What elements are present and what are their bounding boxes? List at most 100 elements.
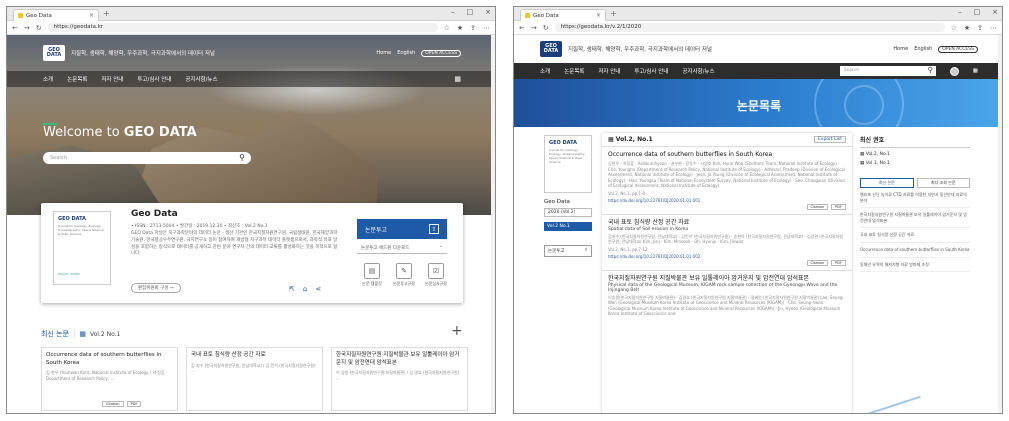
citation-button[interactable]: Citation [102, 401, 124, 407]
browser-tab[interactable]: Geo Data × [520, 9, 606, 21]
pdf-button[interactable]: PDF [126, 401, 142, 407]
article-doi[interactable]: https://dx.doi.org/10.22761/DJ2020.01.01… [608, 254, 846, 259]
list-item[interactable]: 한국지질자원연구원 지질박물관 보유 일툴레이아 암거운지 및 암전연대 암석표… [860, 208, 970, 229]
journal-cover[interactable]: GEO DATA Journal for Geology, Ecology, O… [53, 211, 111, 285]
scrollbar[interactable] [998, 35, 1002, 413]
search-icon[interactable]: ⚲ [928, 66, 933, 74]
url-field[interactable]: https://geodata.kr [47, 23, 438, 32]
editorial-board-button[interactable]: 편집위원회 구성 → [131, 283, 181, 293]
nav-news[interactable]: 공지사항/뉴스 [682, 67, 714, 75]
list-item[interactable]: 국내 표토 침식량 산정 공간 자료 김 지수 (한국지질자원연구원, 전남대학… [186, 347, 323, 411]
geodata-logo[interactable]: GEO DATA [43, 45, 65, 61]
minimize-icon[interactable]: – [958, 8, 962, 16]
maximize-icon[interactable]: □ [974, 8, 981, 16]
share-icon[interactable]: ⇪ [977, 24, 983, 32]
nav-articles[interactable]: 논문목록 [67, 75, 87, 83]
nav-news[interactable]: 공지사항/뉴스 [185, 75, 217, 83]
home-link[interactable]: Home [376, 50, 391, 56]
list-item[interactable]: 동해안 유역의 해저지형 자료 방파제 조정 [860, 258, 970, 273]
issue-link[interactable]: ▦ Vol.1, No.1 [860, 161, 970, 166]
tab-bar: Geo Data × + – □ × [7, 7, 495, 21]
pdf-button[interactable]: PDF [831, 259, 846, 266]
export-list-button[interactable]: Export List [813, 136, 846, 143]
article-title[interactable]: 한국지질자원연구원 지질박물관 보유 일툴레이아 암거운지 및 암전연대 암석표… [608, 275, 846, 283]
nav-submission[interactable]: 투고/심사 안내 [634, 67, 668, 75]
favorites-icon[interactable]: ★ [964, 24, 970, 32]
nav-search-input[interactable]: Search ⚲ [839, 66, 936, 76]
close-tab-icon[interactable]: × [596, 12, 601, 19]
list-item[interactable]: 국내 표토 침식량 산정 공간 자료 [860, 228, 970, 243]
issue-link[interactable]: ▦ Vol.2, No.1 [860, 152, 970, 157]
list-item[interactable]: 국내 표토 침식량 산정 공간 자료 Spatial data of Soil … [602, 215, 852, 271]
forward-icon[interactable]: → [24, 24, 30, 32]
favorites-icon[interactable]: ★ [457, 24, 463, 32]
url-field[interactable]: https://geodata.kr/v.2/1/2020 [554, 23, 945, 32]
maximize-icon[interactable]: □ [467, 8, 474, 16]
article-title[interactable]: 국내 표토 침식량 산정 공간 자료 [608, 219, 846, 227]
year-select[interactable]: 2020 (Vol.2) [544, 208, 592, 217]
back-icon[interactable]: ← [12, 24, 18, 32]
nav-authors[interactable]: 저자 안내 [598, 67, 620, 75]
grid-menu-icon[interactable]: ▦ [454, 75, 461, 83]
citation-button[interactable]: Citation [806, 203, 829, 210]
submit-paper-button[interactable]: 논문투고 ⇧ [544, 245, 592, 257]
close-tab-icon[interactable]: × [89, 12, 94, 19]
tab-most-viewed[interactable]: 최다 조회 논문 [916, 178, 970, 188]
calendar-icon: ▦ [608, 136, 616, 143]
user-icon[interactable] [949, 66, 959, 76]
volume-item-active[interactable]: Vol.2 No.1 [544, 222, 592, 231]
share-icon[interactable]: ⇪ [470, 24, 476, 32]
more-icon[interactable]: ⋯ [483, 24, 490, 32]
hero-search-input[interactable]: Search ⚲ [43, 152, 251, 164]
list-item[interactable]: 한국지질자원연구원 지질박물관 보유 일툴레이아 암거운지 및 암전연대 암석표… [331, 347, 468, 411]
close-window-icon[interactable]: × [485, 8, 491, 16]
more-plus-icon[interactable]: + [451, 323, 463, 339]
nav-articles[interactable]: 논문목록 [564, 67, 584, 75]
list-item[interactable]: 한국지질자원연구원 지질박물관 보유 일툴레이아 암거운지 및 암전연대 암석표… [602, 271, 852, 321]
home-link[interactable]: Home [893, 46, 908, 52]
more-icon[interactable]: ⋯ [990, 24, 997, 32]
reload-icon[interactable]: ↻ [543, 24, 549, 32]
template-tile[interactable]: ▤ 논문 템플릿 [359, 263, 385, 287]
reload-icon[interactable]: ↻ [36, 24, 42, 32]
english-link[interactable]: English [914, 46, 932, 52]
reading-icon[interactable]: ☆ [951, 24, 957, 32]
new-tab-icon[interactable]: + [610, 9, 617, 18]
review-tile[interactable]: ☑ 논문심사규정 [423, 263, 449, 287]
site-tagline: 지질학, 생태학, 해양학, 우주과학, 극지과학에서의 데이터 저널 [71, 51, 215, 57]
nav-authors[interactable]: 저자 안내 [101, 75, 123, 83]
pdf-button[interactable]: PDF [831, 203, 846, 210]
scrollbar[interactable] [491, 35, 495, 413]
article-english-title: Spatial data of Soil erosion in Korea [608, 226, 688, 232]
external-link-icon[interactable]: ⇱ [289, 285, 295, 293]
new-tab-icon[interactable]: + [103, 9, 110, 18]
list-item[interactable]: Occurrence data of southern butterflies … [602, 147, 852, 215]
reading-icon[interactable]: ☆ [444, 24, 450, 32]
minimize-icon[interactable]: – [451, 8, 455, 16]
back-icon[interactable]: ← [519, 24, 525, 32]
close-window-icon[interactable]: × [992, 8, 998, 16]
list-item[interactable]: 캘리포 산단 농어류 CTD 자료를 이용한 자연서 동산만대 자료의 분석 [860, 188, 970, 209]
rules-tile[interactable]: ✎ 논문투고규정 [391, 263, 417, 287]
geodata-logo[interactable]: GEO DATA [540, 41, 562, 57]
search-icon[interactable]: ⚲ [239, 153, 245, 162]
home-icon[interactable]: ⌂ [303, 285, 307, 293]
grid-menu-icon[interactable]: ▦ [973, 68, 978, 74]
forward-icon[interactable]: → [531, 24, 537, 32]
list-item[interactable]: Occurrence data of southern butterflies … [860, 243, 970, 258]
submit-paper-button[interactable]: 논문투고 ⇧ [357, 219, 447, 239]
journal-meta: • ISSN : 2713-5004 • 발간일 : 2019.12.30 • … [131, 224, 268, 229]
nav-about[interactable]: 소개 [540, 67, 550, 75]
article-doi[interactable]: https://dx.doi.org/10.22761/DJ2020.01.01… [608, 198, 846, 203]
nav-submission[interactable]: 투고/심사 안내 [137, 75, 171, 83]
list-item[interactable]: Occurrence data of southern butterflies … [41, 347, 178, 411]
article-title[interactable]: Occurrence data of southern butterflies … [608, 151, 846, 159]
journal-cover[interactable]: GEO DATA Journal for Geology, Ecology, O… [544, 135, 592, 193]
tab-latest[interactable]: 최신 논문 [860, 178, 914, 188]
browser-tab[interactable]: Geo Data × [13, 9, 99, 21]
nav-about[interactable]: 소개 [43, 75, 53, 83]
share-icon[interactable]: ⋖ [315, 285, 321, 293]
english-link[interactable]: English [397, 50, 415, 56]
citation-button[interactable]: Citation [806, 259, 829, 266]
template-dropdown[interactable]: 논문투고 애드원 다운로드 ⌄ [357, 243, 447, 254]
